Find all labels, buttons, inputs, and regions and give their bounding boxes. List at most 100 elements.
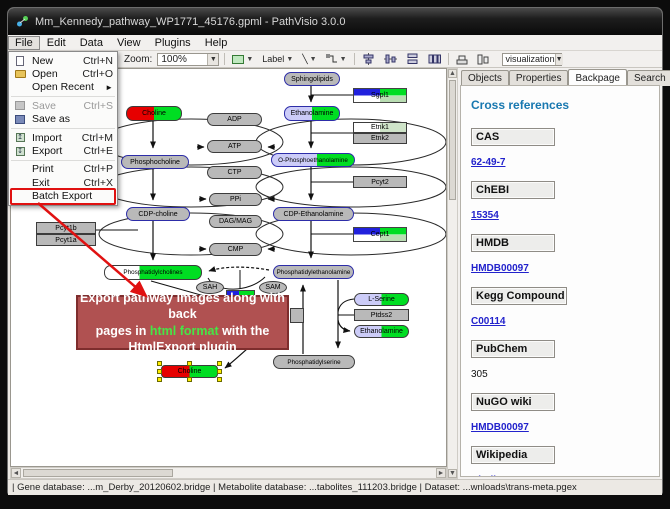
node-l-serine[interactable]: L-Serine xyxy=(354,293,409,306)
gene-tool-button[interactable]: ▼ xyxy=(230,54,255,65)
xref-name: NuGO wiki xyxy=(471,393,555,411)
node-choline-top[interactable]: Choline xyxy=(126,106,182,121)
xref-name: ChEBI xyxy=(471,181,555,199)
tab-backpage[interactable]: Backpage xyxy=(568,69,626,85)
toolbar-separator xyxy=(354,53,355,65)
node-pcyt1a[interactable]: Pcyt1a xyxy=(36,234,96,246)
xref-link[interactable]: C00114 xyxy=(471,316,505,327)
node-sphingolipids[interactable]: Sphingolipids xyxy=(284,72,340,86)
line-tool-button[interactable]: ╲ ▼ xyxy=(300,53,318,66)
tab-properties[interactable]: Properties xyxy=(509,70,569,86)
canvas-vertical-scrollbar[interactable]: ▲ ▼ xyxy=(447,68,458,479)
menu-help[interactable]: Help xyxy=(198,36,235,50)
label-tool-button[interactable]: Label ▼ xyxy=(260,53,295,65)
callout-line1: Export pathway images along with back xyxy=(78,290,287,323)
menu-plugins[interactable]: Plugins xyxy=(148,36,198,50)
scroll-right-icon[interactable]: ► xyxy=(436,468,446,478)
node-ctp[interactable]: CTP xyxy=(207,166,262,179)
selection-handle[interactable] xyxy=(187,361,192,366)
menu-item-open-recent[interactable]: Open Recent► xyxy=(9,81,117,94)
sidebar-tabs: Objects Properties Backpage Search Legen… xyxy=(461,70,670,86)
xref-link[interactable]: 15354 xyxy=(471,210,499,221)
xref-link[interactable]: Choline xyxy=(471,475,508,477)
selection-handle[interactable] xyxy=(187,377,192,382)
menu-separator xyxy=(11,160,115,161)
menu-item-import[interactable]: ↥ ImportCtrl+M xyxy=(9,131,117,144)
canvas-horizontal-scrollbar[interactable]: ◄ ► xyxy=(10,467,447,479)
node-dag-mag[interactable]: DAG/MAG xyxy=(209,215,262,228)
callout-highlight: html format xyxy=(150,324,219,338)
stack-vertical-button[interactable] xyxy=(454,53,470,66)
node-etnk1[interactable]: Etnk1 xyxy=(353,122,407,133)
menu-file[interactable]: File xyxy=(8,36,40,50)
node-cept1[interactable]: Cept1 xyxy=(353,227,407,242)
node-pcyt1b[interactable]: Pcyt1b xyxy=(36,222,96,234)
node-ethanolamine[interactable]: Ethanolamine xyxy=(284,106,340,121)
align-center-button[interactable] xyxy=(360,52,377,66)
selection-handle[interactable] xyxy=(217,377,222,382)
node-adp[interactable]: ADP xyxy=(207,113,262,126)
xref-link[interactable]: 62-49-7 xyxy=(471,157,505,168)
node-ppi[interactable]: PPi xyxy=(209,193,262,206)
node-ethanolamine-bottom[interactable]: Ethanolamine xyxy=(354,325,409,338)
scroll-left-icon[interactable]: ◄ xyxy=(11,468,21,478)
selection-handle[interactable] xyxy=(217,369,222,374)
node-gene-partial[interactable] xyxy=(290,308,304,323)
selection-handle[interactable] xyxy=(217,361,222,366)
common-width-button[interactable] xyxy=(404,52,421,66)
horizontal-scroll-thumb[interactable] xyxy=(23,469,173,477)
visualization-combobox[interactable]: visualization ▼ xyxy=(502,53,562,66)
xref-link[interactable]: HMDB00097 xyxy=(471,263,529,274)
sidebar: Objects Properties Backpage Search Legen… xyxy=(458,68,662,479)
menu-item-print[interactable]: PrintCtrl+P xyxy=(9,163,117,176)
vertical-scroll-thumb[interactable] xyxy=(449,80,456,200)
shape-tool-button[interactable]: ▼ xyxy=(324,53,349,65)
node-phosphocholine[interactable]: Phosphocholine xyxy=(121,155,189,169)
menu-item-open[interactable]: OpenCtrl+O xyxy=(9,67,117,80)
save-icon xyxy=(12,101,28,110)
tab-objects[interactable]: Objects xyxy=(461,70,509,86)
node-cdp-ethanolamine[interactable]: CDP-Ethanolamine xyxy=(273,207,354,221)
xref-value: 305 xyxy=(471,369,488,380)
node-cdp-choline[interactable]: CDP-choline xyxy=(126,207,190,221)
node-cmp[interactable]: CMP xyxy=(209,243,262,256)
zoom-combobox[interactable]: 100% ▼ xyxy=(157,53,219,66)
node-pcyt2[interactable]: Pcyt2 xyxy=(353,176,407,188)
node-phosphatidylserine[interactable]: Phosphatidylserine xyxy=(273,355,355,369)
scroll-up-icon[interactable]: ▲ xyxy=(448,69,457,78)
selection-handle[interactable] xyxy=(157,361,162,366)
menu-edit[interactable]: Edit xyxy=(40,36,73,50)
menu-item-save-as[interactable]: Save as xyxy=(9,113,117,126)
common-height-button[interactable] xyxy=(426,52,443,66)
xref-name: CAS xyxy=(471,128,555,146)
node-etnk2[interactable]: Etnk2 xyxy=(353,133,407,144)
menu-item-export[interactable]: ↧ ExportCtrl+E xyxy=(9,144,117,157)
menu-data[interactable]: Data xyxy=(73,36,110,50)
app-icon xyxy=(16,15,29,28)
align-middle-icon xyxy=(384,53,397,65)
chevron-down-icon[interactable]: ▼ xyxy=(207,54,218,65)
cross-references-heading: Cross references xyxy=(471,98,659,112)
scroll-down-icon[interactable]: ▼ xyxy=(448,469,457,478)
node-ptdss2[interactable]: Ptdss2 xyxy=(354,309,409,321)
chevron-down-icon[interactable]: ▼ xyxy=(555,54,563,65)
stack-horizontal-button[interactable] xyxy=(475,53,491,66)
align-middle-button[interactable] xyxy=(382,52,399,66)
node-atp[interactable]: ATP xyxy=(207,140,262,153)
tab-search[interactable]: Search xyxy=(627,70,670,86)
common-height-icon xyxy=(428,53,441,65)
gene-node-icon xyxy=(232,55,244,64)
selection-handle[interactable] xyxy=(157,377,162,382)
xref-link[interactable]: HMDB00097 xyxy=(471,422,529,433)
menu-item-new[interactable]: NewCtrl+N xyxy=(9,54,117,67)
selection-handle[interactable] xyxy=(157,369,162,374)
menu-item-save[interactable]: SaveCtrl+S xyxy=(9,99,117,112)
menu-item-batch-export[interactable]: Batch Export xyxy=(9,190,117,203)
node-o-phosphoethanolamine[interactable]: O-Phosphoethanolamine xyxy=(271,153,355,167)
title-bar[interactable]: Mm_Kennedy_pathway_WP1771_45176.gpml - P… xyxy=(8,8,662,35)
node-phosphatidylcholines[interactable]: Phosphatidylcholines xyxy=(104,265,202,280)
menu-view[interactable]: View xyxy=(110,36,148,50)
node-sgpl1[interactable]: Sgpl1 xyxy=(353,88,407,103)
zoom-value: 100% xyxy=(161,54,187,65)
node-phosphatidylethanolamine[interactable]: Phosphatidylethanolamine xyxy=(273,265,354,279)
